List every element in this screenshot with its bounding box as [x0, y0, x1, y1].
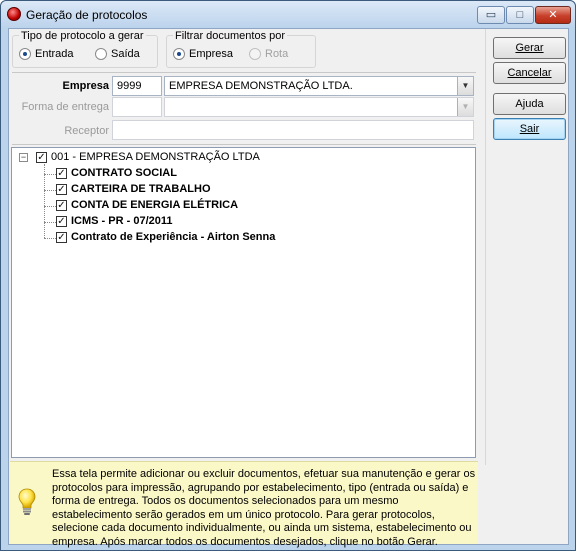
tree-item-checkbox[interactable]: ✓ [56, 183, 67, 195]
radio-saida[interactable]: Saída [95, 48, 140, 60]
sair-button[interactable]: Sair [493, 118, 566, 140]
sair-button-label: Sair [519, 123, 540, 135]
chevron-down-icon[interactable]: ▼ [457, 98, 473, 116]
radio-saida-label: Saída [111, 48, 140, 60]
radio-empresa-label: Empresa [189, 48, 234, 60]
radio-saida-indicator[interactable] [95, 48, 107, 60]
vertical-divider [485, 29, 486, 465]
tree-item-label: CARTEIRA DE TRABALHO [71, 183, 211, 195]
documents-tree[interactable]: − ✓ 001 - EMPRESA DEMONSTRAÇÃO LTDA ✓ CO… [11, 147, 476, 458]
tree-item[interactable]: ✓ Contrato de Experiência - Airton Senna [56, 231, 275, 243]
cancelar-button-label: Cancelar [507, 67, 552, 79]
tree-item[interactable]: ✓ ICMS - PR - 07/2011 [56, 215, 173, 227]
tree-item-checkbox[interactable]: ✓ [56, 167, 67, 179]
radio-rota-label: Rota [265, 48, 289, 60]
forma-entrega-code-input[interactable] [112, 97, 162, 117]
tree-item-label: Contrato de Experiência - Airton Senna [71, 231, 276, 243]
tree-item-label: ICMS - PR - 07/2011 [71, 215, 173, 227]
close-button[interactable]: ✕ [535, 6, 571, 24]
tree-root-label: 001 - EMPRESA DEMONSTRAÇÃO LTDA [51, 151, 260, 163]
tree-item-label: CONTRATO SOCIAL [71, 167, 177, 179]
tree-root-node[interactable]: ✓ 001 - EMPRESA DEMONSTRAÇÃO LTDA [36, 151, 260, 163]
close-icon: ✕ [548, 9, 558, 21]
tree-item-checkbox[interactable]: ✓ [56, 215, 67, 227]
protocol-generation-window: Geração de protocolos ▭ □ ✕ Tipo de prot… [0, 0, 576, 551]
tree-item[interactable]: ✓ CONTA DE ENERGIA ELÉTRICA [56, 199, 238, 211]
protocol-type-group: Tipo de protocolo a gerar Entrada Saída [12, 30, 158, 68]
radio-entrada[interactable]: Entrada [19, 48, 74, 60]
filter-group-title: Filtrar documentos por [173, 30, 288, 42]
empresa-code-input[interactable]: 9999 [112, 76, 162, 96]
client-area: Tipo de protocolo a gerar Entrada Saída … [8, 28, 569, 548]
empresa-select-value: EMPRESA DEMONSTRAÇÃO LTDA. [169, 80, 353, 92]
help-text: Essa tela permite adicionar ou excluir d… [52, 468, 476, 548]
app-icon [7, 7, 21, 21]
maximize-button[interactable]: □ [506, 6, 534, 24]
ajuda-button[interactable]: Ajuda [493, 93, 566, 115]
tree-item-label: CONTA DE ENERGIA ELÉTRICA [71, 199, 239, 211]
tree-guide-line [44, 190, 56, 191]
tree-item[interactable]: ✓ CONTRATO SOCIAL [56, 167, 177, 179]
minimize-button[interactable]: ▭ [477, 6, 505, 24]
cancelar-button[interactable]: Cancelar [493, 62, 566, 84]
help-panel: Essa tela permite adicionar ou excluir d… [10, 461, 478, 548]
radio-rota-indicator [249, 48, 261, 60]
radio-rota: Rota [249, 48, 288, 60]
title-bar[interactable]: Geração de protocolos ▭ □ ✕ [1, 1, 575, 28]
chevron-down-icon[interactable]: ▼ [457, 77, 473, 95]
radio-empresa[interactable]: Empresa [173, 48, 233, 60]
receptor-label: Receptor [64, 125, 109, 137]
tree-guide-line [44, 164, 45, 238]
minimize-icon: ▭ [485, 9, 497, 21]
tree-item[interactable]: ✓ CARTEIRA DE TRABALHO [56, 183, 211, 195]
radio-entrada-indicator[interactable] [19, 48, 31, 60]
forma-entrega-select[interactable]: ▼ [164, 97, 474, 117]
lightbulb-icon [18, 488, 36, 515]
gerar-button-label: Gerar [515, 42, 544, 54]
radio-entrada-label: Entrada [35, 48, 74, 60]
forma-entrega-label: Forma de entrega [21, 101, 109, 113]
divider-top [12, 72, 476, 73]
tree-guide-line [44, 206, 56, 207]
empresa-select[interactable]: EMPRESA DEMONSTRAÇÃO LTDA. ▼ [164, 76, 474, 96]
tree-item-checkbox[interactable]: ✓ [56, 231, 67, 243]
gerar-button[interactable]: Gerar [493, 37, 566, 59]
tree-root-checkbox[interactable]: ✓ [36, 151, 47, 163]
window-title: Geração de protocolos [26, 8, 148, 22]
tree-guide-line [44, 174, 56, 175]
tree-guide-line [44, 222, 56, 223]
ajuda-button-label: Ajuda [515, 98, 544, 110]
empresa-label: Empresa [62, 80, 109, 92]
tree-item-checkbox[interactable]: ✓ [56, 199, 67, 211]
divider-middle [12, 144, 476, 145]
tree-guide-line [44, 238, 56, 239]
receptor-input[interactable] [112, 120, 474, 140]
filter-group: Filtrar documentos por Empresa Rota [166, 30, 316, 68]
maximize-icon: □ [516, 9, 524, 21]
protocol-type-group-title: Tipo de protocolo a gerar [19, 30, 146, 42]
collapse-icon[interactable]: − [19, 153, 28, 162]
radio-empresa-indicator[interactable] [173, 48, 185, 60]
